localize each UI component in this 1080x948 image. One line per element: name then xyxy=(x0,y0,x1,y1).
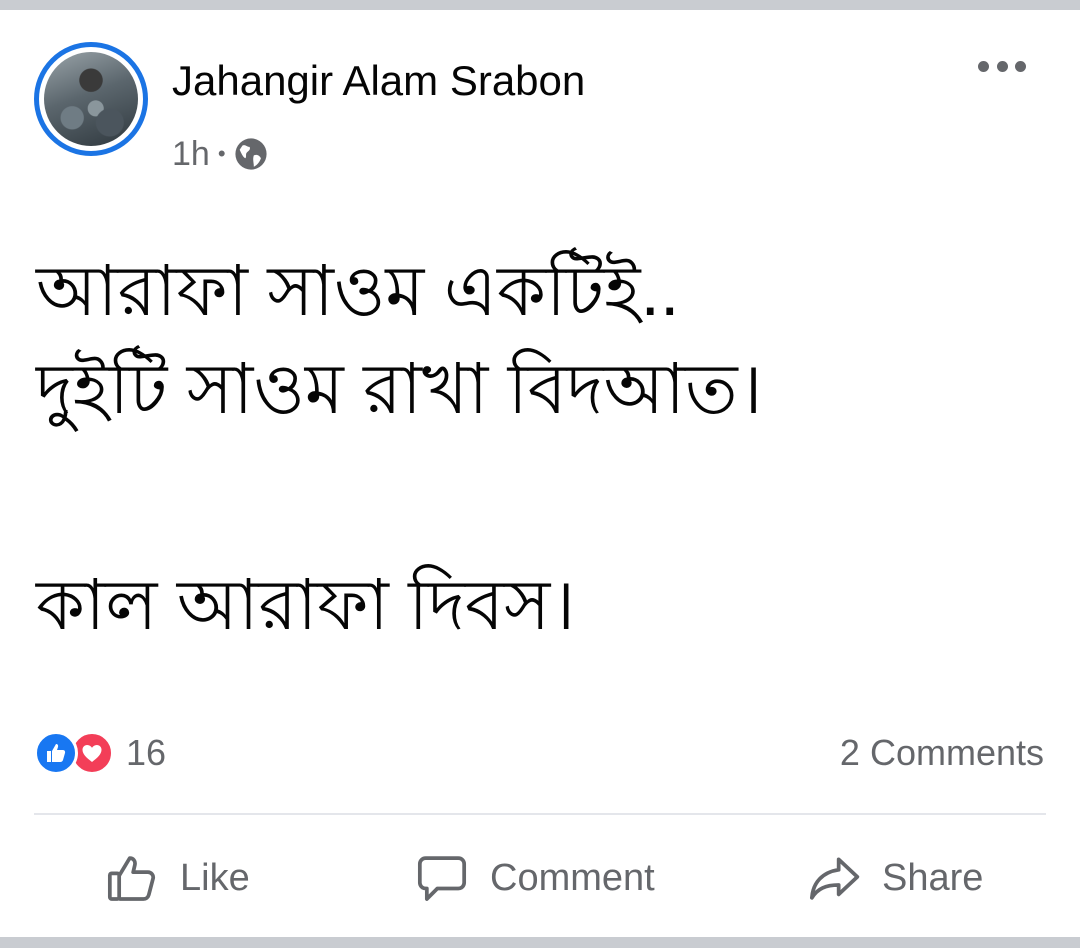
more-dot xyxy=(978,60,989,72)
reaction-summary[interactable]: 16 xyxy=(34,730,166,776)
action-separator xyxy=(34,813,1046,815)
reaction-count: 16 xyxy=(126,732,167,773)
avatar[interactable] xyxy=(34,42,148,156)
post-text-line: দুইটি সাওম রাখা বিদআত। xyxy=(36,350,763,428)
author-name[interactable]: Jahangir Alam Srabon xyxy=(172,54,585,108)
more-dot xyxy=(996,60,1008,72)
post-text: আরাফা সাওম একটিই.. দুইটি সাওম রাখা বিদআত… xyxy=(36,242,1046,654)
comment-label: Comment xyxy=(490,856,655,899)
comments-count-link[interactable]: 2 Comments xyxy=(840,730,1044,776)
post-text-blank-line xyxy=(36,438,1046,556)
globe-icon[interactable] xyxy=(234,137,268,171)
comment-button[interactable]: Comment xyxy=(414,826,655,930)
post-text-line: আরাফা সাওম একটিই.. xyxy=(36,252,680,330)
post-text-line: কাল আরাফা দিবস। xyxy=(36,566,576,644)
bottom-separator xyxy=(0,937,1080,948)
comment-icon xyxy=(417,856,467,901)
more-options-icon[interactable] xyxy=(978,56,1026,76)
share-button[interactable]: Share xyxy=(806,826,983,930)
meta-separator: • xyxy=(217,141,226,166)
avatar-photo xyxy=(44,52,138,146)
like-label: Like xyxy=(180,856,250,899)
like-icon xyxy=(107,856,156,901)
more-dot xyxy=(1015,60,1026,72)
like-button[interactable]: Like xyxy=(104,826,250,930)
post-meta: 1h • xyxy=(172,132,268,176)
like-reaction-icon xyxy=(34,731,78,775)
share-icon xyxy=(809,857,860,900)
top-separator xyxy=(0,0,1080,10)
share-label: Share xyxy=(882,856,984,899)
post-actions-bar: Like Comment Share xyxy=(34,826,1046,930)
post-time[interactable]: 1h xyxy=(172,135,210,174)
